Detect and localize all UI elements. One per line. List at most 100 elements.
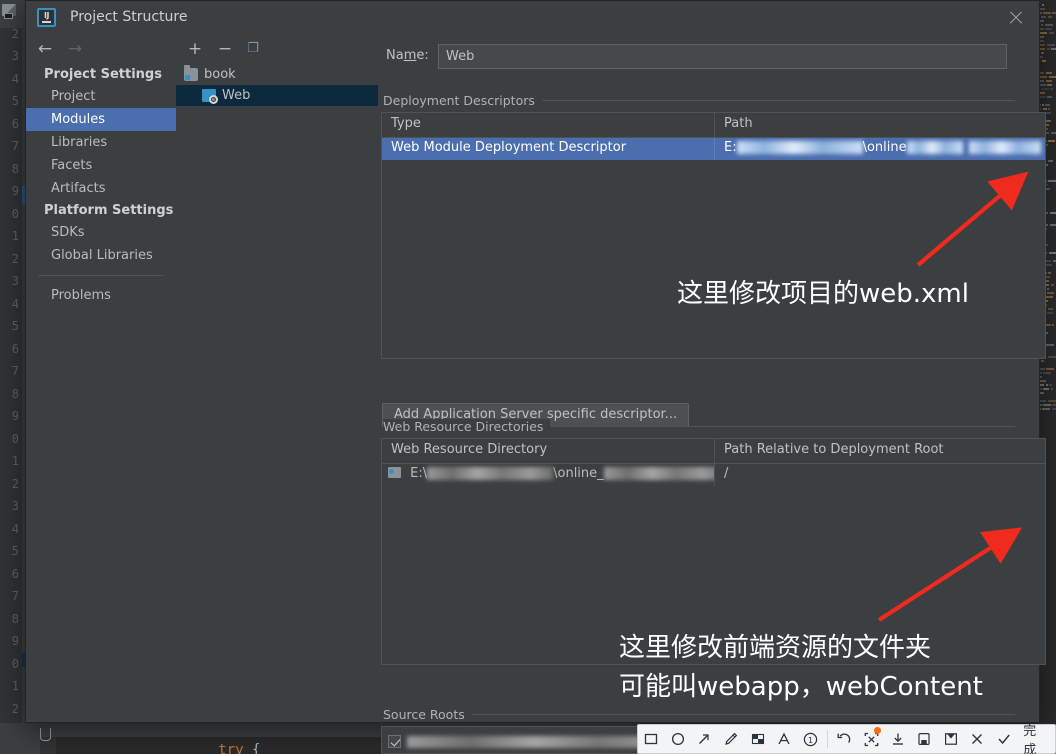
sidebar-item-modules[interactable]: Modules xyxy=(26,108,176,131)
arrow-tool[interactable] xyxy=(691,725,718,753)
path-mid: \online_ xyxy=(553,466,604,481)
redacted-path-segment xyxy=(604,467,714,480)
save-icon xyxy=(916,731,932,747)
web-facet-icon xyxy=(202,89,216,102)
sidebar-item-sdks[interactable]: SDKs xyxy=(26,221,176,244)
deployment-side-buttons: + xyxy=(1050,112,1056,193)
cell-relative-path: / xyxy=(714,464,1045,486)
bottom-status-strip-left xyxy=(0,723,25,754)
source-root-checkbox[interactable] xyxy=(388,735,401,748)
screenshot-annotation-toolbar: 1 完成 xyxy=(637,724,1056,754)
column-header-path: Path xyxy=(714,113,1045,137)
path-mid: \online xyxy=(863,140,907,155)
redacted-path-segment xyxy=(907,141,963,154)
sidebar-item-project[interactable]: Project xyxy=(26,85,176,108)
pin-window-icon xyxy=(943,731,959,747)
folder-icon xyxy=(388,467,401,478)
annotation-text-webapp-names: 可能叫webapp，webContent xyxy=(619,671,983,704)
sidebar-item-artifacts[interactable]: Artifacts xyxy=(26,177,176,200)
ellipse-tool[interactable] xyxy=(665,725,692,753)
table-row[interactable]: Web Module Deployment Descriptor E: \onli… xyxy=(382,138,1045,160)
dialog-titlebar: IJ Project Structure xyxy=(26,1,1039,34)
tree-node-book[interactable]: book xyxy=(176,64,378,85)
name-input[interactable]: Web xyxy=(438,44,1007,69)
toolbar-divider xyxy=(827,730,828,748)
path-prefix: E:\ xyxy=(410,466,427,481)
save-tool[interactable] xyxy=(911,725,938,753)
close-icon[interactable] xyxy=(1006,8,1026,28)
mosaic-icon xyxy=(750,731,766,747)
add-module-button[interactable]: + xyxy=(184,38,206,60)
deployment-descriptors-table[interactable]: Type Path Web Module Deployment Descript… xyxy=(381,112,1046,359)
mosaic-tool[interactable] xyxy=(744,725,771,753)
project-structure-dialog: IJ Project Structure ← → Project Setting… xyxy=(25,0,1040,723)
facet-settings-panel: Name: Web Deployment Descriptors Type Pa… xyxy=(378,34,1039,722)
column-header-relative-path: Path Relative to Deployment Root xyxy=(714,439,1045,463)
tree-node-label: Web xyxy=(222,88,250,103)
ocr-tool[interactable] xyxy=(858,725,885,753)
rectangle-tool[interactable] xyxy=(638,725,665,753)
done-button[interactable]: 完成 xyxy=(1017,720,1055,754)
section-divider xyxy=(467,714,1015,715)
close-tool[interactable] xyxy=(964,725,991,753)
undo-tool[interactable] xyxy=(831,725,858,753)
table-row[interactable]: E:\\online_.. / xyxy=(382,464,1045,486)
pencil-icon xyxy=(723,731,739,747)
forward-arrow-icon[interactable]: → xyxy=(64,40,86,58)
annotation-text-web-xml: 这里修改项目的web.xml xyxy=(677,278,969,311)
sidebar-item-global-libraries[interactable]: Global Libraries xyxy=(26,244,176,267)
ellipse-icon xyxy=(670,731,686,747)
text-tool[interactable] xyxy=(771,725,798,753)
name-label: Name: xyxy=(386,48,429,63)
cell-path: E: \online xyxy=(714,138,1045,160)
dialog-title: Project Structure xyxy=(70,9,187,25)
settings-sidebar: ← → Project Settings Project Modules Lib… xyxy=(26,34,176,722)
toolbar-fragment xyxy=(0,0,22,28)
table-header-row: Type Path xyxy=(382,113,1045,138)
path-prefix: E: xyxy=(724,140,737,155)
sidebar-item-libraries[interactable]: Libraries xyxy=(26,131,176,154)
remove-descriptor-button[interactable] xyxy=(1050,139,1056,166)
back-arrow-icon[interactable]: ← xyxy=(34,40,56,58)
remove-web-resource-button[interactable]: − xyxy=(1050,465,1056,492)
arrow-icon xyxy=(696,731,712,747)
edit-descriptor-button[interactable] xyxy=(1050,166,1056,193)
annotation-text-frontend-folder: 这里修改前端资源的文件夹 xyxy=(619,632,931,665)
deployment-descriptors-title: Deployment Descriptors xyxy=(383,93,542,108)
copy-module-button[interactable]: ❐ xyxy=(242,38,264,60)
remove-module-button[interactable]: − xyxy=(214,38,236,60)
serial-number-tool[interactable]: 1 xyxy=(798,725,825,753)
pin-tool[interactable] xyxy=(938,725,965,753)
pencil-tool[interactable] xyxy=(718,725,745,753)
text-a-icon xyxy=(776,731,792,747)
redacted-path-segment xyxy=(969,141,1041,154)
intellij-logo-icon: IJ xyxy=(37,8,56,27)
web-resource-directories-title: Web Resource Directories xyxy=(383,419,550,434)
edit-web-resource-button[interactable] xyxy=(1050,492,1056,519)
module-tree-panel: + − ❐ book Web xyxy=(176,34,379,722)
new-badge-icon xyxy=(874,727,881,734)
sidebar-divider xyxy=(38,275,164,276)
name-row: Name: Web xyxy=(386,44,1031,69)
help-button[interactable]: ? xyxy=(1050,519,1056,546)
add-web-resource-button[interactable]: + xyxy=(1050,438,1056,465)
redacted-path-segment xyxy=(427,467,553,480)
status-bar-icon xyxy=(40,728,51,741)
tree-node-web[interactable]: Web xyxy=(176,85,378,106)
column-header-web-resource-directory: Web Resource Directory xyxy=(382,439,714,463)
sidebar-group-platform-settings: Platform Settings xyxy=(26,200,176,221)
web-resource-directories-table[interactable]: Web Resource Directory Path Relative to … xyxy=(381,438,1046,665)
confirm-tool[interactable] xyxy=(991,725,1018,753)
download-icon xyxy=(890,731,906,747)
sidebar-item-facets[interactable]: Facets xyxy=(26,154,176,177)
section-divider xyxy=(526,100,1015,101)
cell-web-resource-directory: E:\\online_.. xyxy=(382,464,714,486)
sidebar-item-problems[interactable]: Problems xyxy=(26,284,176,307)
add-descriptor-button[interactable]: + xyxy=(1050,112,1056,139)
numbered-circle-icon: 1 xyxy=(802,731,819,748)
web-resource-side-buttons: + − ? xyxy=(1050,438,1056,546)
section-divider xyxy=(538,426,1015,427)
download-tool[interactable] xyxy=(884,725,911,753)
cell-type: Web Module Deployment Descriptor xyxy=(382,138,714,160)
table-header-row: Web Resource Directory Path Relative to … xyxy=(382,439,1045,464)
